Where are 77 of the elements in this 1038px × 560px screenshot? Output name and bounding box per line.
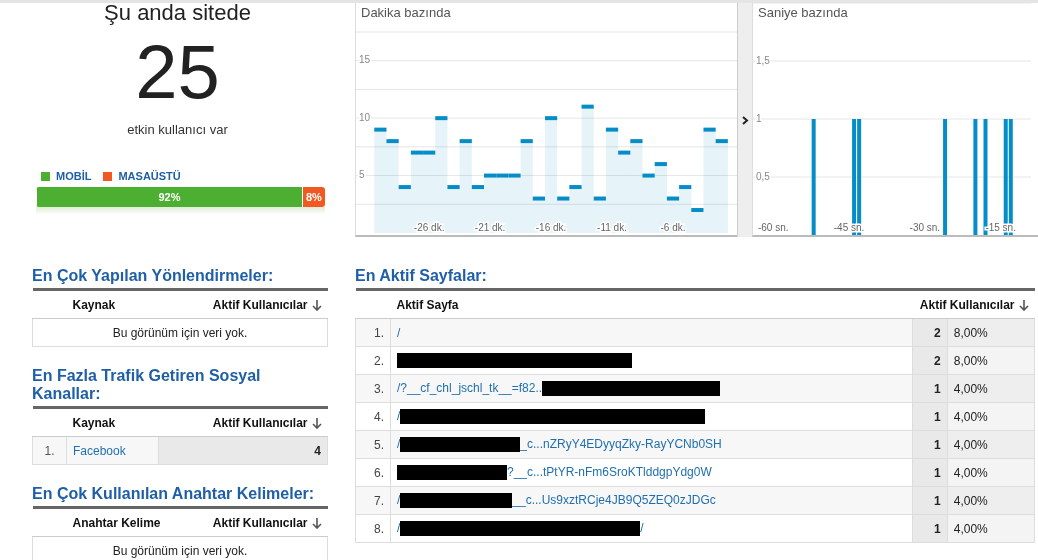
users-count: 1 [934,381,941,396]
panel-title: Şu anda sitede [104,3,251,25]
axis-label: 1,5 [756,54,770,66]
page-path-link[interactable]: _c...nZRyY4EDyyqZky-RayYCNb0SH [520,436,722,451]
page-path-link[interactable]: / [640,520,644,535]
axis-label: 10 [359,111,371,123]
chart-title: Dakika bazında [361,5,451,20]
sort-arrow-icon[interactable] [311,416,322,429]
axis-label: -11 dk. [597,222,627,233]
users-percent: 8,00% [953,325,988,340]
row-number: 1. [44,443,55,458]
users-percent: 4,00% [953,437,988,452]
row-number: 3. [374,381,384,396]
row-number: 1. [374,325,384,340]
axis-label: 0,5 [756,170,770,182]
legend-item: MOBİL [41,170,92,182]
row-number: 6. [374,465,384,480]
page-path-link[interactable]: / [397,436,401,451]
row-number: 2. [374,353,384,368]
column-header: Anahtar Kelime [72,515,161,530]
column-header[interactable]: Aktif Kullanıcılar [212,415,308,430]
column-header: Aktif Sayfa [396,297,459,312]
column-header[interactable]: Aktif Kullanıcılar [919,297,1015,312]
users-count: 4 [314,443,321,458]
row-number: 4. [374,409,384,424]
share-segment: 92% [36,187,302,207]
sort-arrow-icon[interactable] [311,298,322,311]
users-percent: 4,00% [953,521,988,536]
users-percent: 8,00% [953,353,988,368]
users-percent: 4,00% [953,409,988,424]
axis-label: 15 [359,54,371,66]
axis-label: 5 [359,169,365,181]
users-count: 1 [934,409,941,424]
axis-label: 1 [756,112,762,124]
users-count: 2 [934,353,941,368]
users-percent: 4,00% [953,493,988,508]
sort-arrow-icon[interactable] [311,516,322,529]
users-count: 1 [934,493,941,508]
axis-label: -21 dk. [474,222,506,233]
share-segment: 8% [301,187,325,207]
empty-message: Bu görünüm için veri yok. [112,543,248,558]
sort-arrow-icon[interactable] [1018,298,1029,311]
row-number: 8. [374,521,384,536]
axis-label: -6 dk. [660,222,686,233]
axis-label: -16 dk. [535,222,567,233]
users-percent: 4,00% [953,465,988,480]
users-count: 1 [934,521,941,536]
users-count: 2 [934,325,941,340]
section-title: En Çok Kullanılan Anahtar Kelimeler: [32,485,316,503]
column-header[interactable]: Aktif Kullanıcılar [212,515,308,530]
page-path-link[interactable]: / [397,492,401,507]
row-number: 7. [374,493,384,508]
page-path-link[interactable]: / [397,408,401,423]
active-user-count: 25 [135,32,220,112]
users-percent: 4,00% [953,381,988,396]
column-header[interactable]: Aktif Kullanıcılar [212,297,308,312]
page-path-link[interactable]: / [397,325,401,340]
axis-label: -60 sn. [757,222,789,233]
section-title: En Çok Yapılan Yönlendirmeler: [32,267,275,285]
chevron-right-icon[interactable] [741,115,749,125]
users-count: 1 [934,437,941,452]
legend-item: MASAÜSTÜ [103,170,181,182]
page-path-link[interactable]: /?__cf_chl_jschl_tk__=f82.. [397,380,543,395]
column-header: Kaynak [72,415,116,430]
section-title: En Aktif Sayfalar: [355,267,488,285]
page-path-link[interactable]: / [397,520,401,535]
data-bar [494,173,511,235]
count-caption: etkin kullanıcı var [127,122,228,137]
row-number: 5. [374,437,384,452]
empty-message: Bu görünüm için veri yok. [112,325,248,340]
page-path-link[interactable]: __c...Us9xztRCje4JB9Q5ZEQ0zJDGc [512,492,716,507]
chart-title: Saniye bazında [758,5,848,20]
users-count: 1 [934,465,941,480]
section-title: En Fazla Trafik Getiren Sosyal Kanallar: [32,367,262,403]
axis-label: -26 dk. [413,222,445,233]
column-header: Kaynak [72,297,116,312]
axis-label: -30 sn. [909,222,941,233]
